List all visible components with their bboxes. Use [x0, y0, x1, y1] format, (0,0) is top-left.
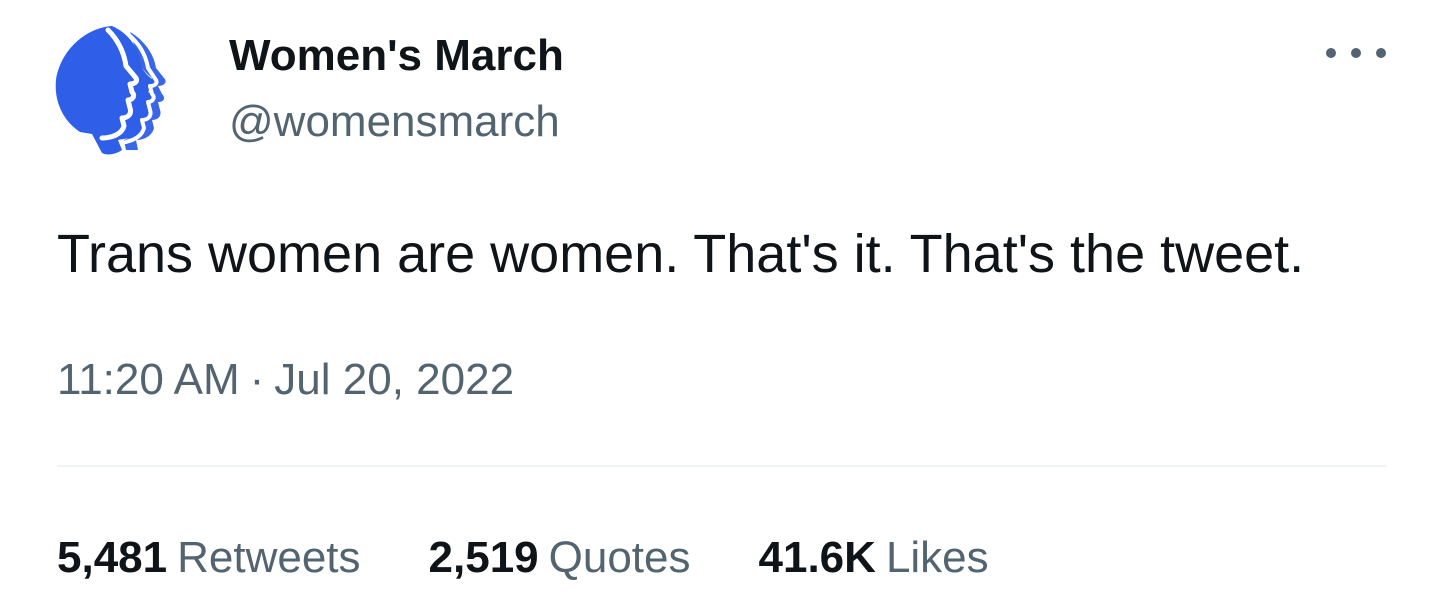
- womens-march-logo-icon: [55, 26, 166, 155]
- more-options-icon[interactable]: [1326, 38, 1386, 68]
- tweet-date: Jul 20, 2022: [274, 355, 515, 404]
- quotes-count: 2,519: [428, 533, 539, 582]
- quotes-label: Quotes: [548, 533, 691, 582]
- more-dot-icon: [1351, 48, 1361, 58]
- avatar[interactable]: [52, 22, 176, 156]
- tweet-text: Trans women are women. That's it. That's…: [57, 224, 1305, 284]
- more-dot-icon: [1376, 48, 1386, 58]
- quotes-stat[interactable]: 2,519 Quotes: [429, 530, 691, 586]
- likes-label: Likes: [885, 533, 989, 582]
- meta-separator: ·: [249, 355, 265, 404]
- more-dot-icon: [1326, 48, 1336, 58]
- author-handle[interactable]: @womensmarch: [229, 96, 560, 148]
- tweet-timestamp[interactable]: 11:20 AM · Jul 20, 2022: [57, 352, 514, 408]
- tweet-time: 11:20 AM: [57, 355, 240, 404]
- likes-count: 41.6K: [758, 533, 876, 582]
- tweet-card: Women's March @womensmarch Trans women a…: [0, 0, 1440, 609]
- author-display-name[interactable]: Women's March: [229, 30, 564, 82]
- divider: [57, 465, 1387, 467]
- likes-stat[interactable]: 41.6K Likes: [759, 530, 989, 586]
- retweets-stat[interactable]: 5,481 Retweets: [57, 530, 361, 586]
- retweets-label: Retweets: [177, 533, 361, 582]
- retweets-count: 5,481: [57, 533, 168, 582]
- tweet-stats: 5,481 Retweets 2,519 Quotes 41.6K Likes: [57, 530, 989, 586]
